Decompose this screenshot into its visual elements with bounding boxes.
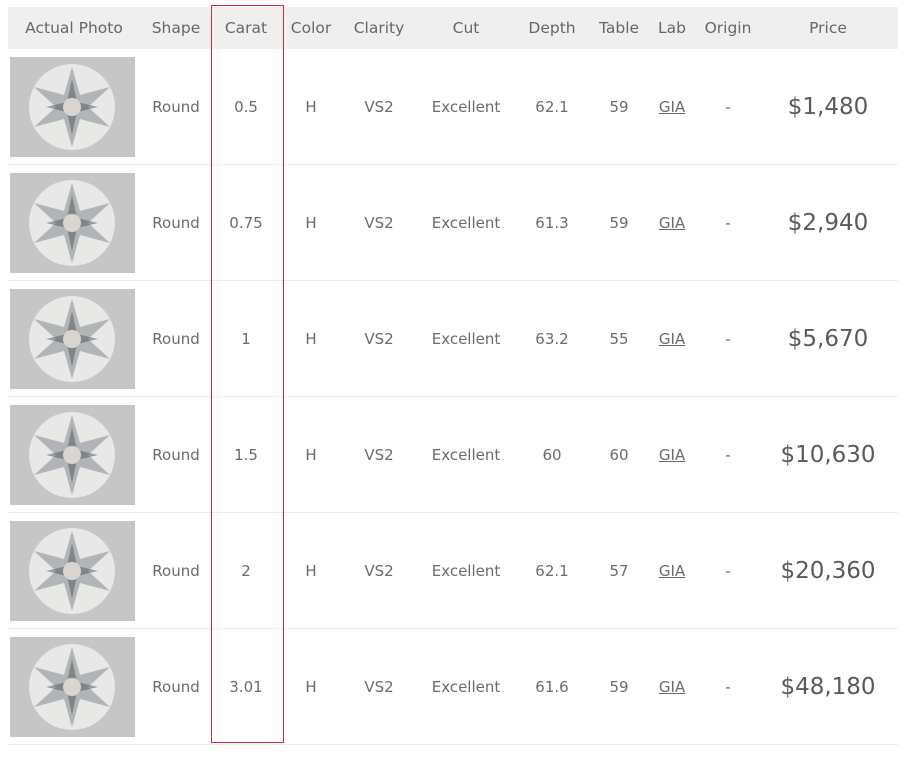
header-carat: Carat <box>224 19 268 37</box>
header-price: Price <box>809 19 847 37</box>
origin-cell: - <box>725 677 731 696</box>
cut-cell: Excellent <box>431 677 501 696</box>
lab-link[interactable]: GIA <box>659 562 685 580</box>
header-lab: Lab <box>658 19 686 37</box>
table-row: Round 1.5 H VS2 Excellent 60 60 GIA - $1… <box>8 397 898 513</box>
depth-cell: 62.1 <box>535 561 569 580</box>
clarity-cell: VS2 <box>364 561 394 580</box>
table-cell: 59 <box>609 97 629 116</box>
cut-cell: Excellent <box>431 329 501 348</box>
diamond-comparison-table: Actual Photo Shape Carat Color Clarity C… <box>8 7 898 745</box>
table-header: Actual Photo Shape Carat Color Clarity C… <box>8 7 898 49</box>
diamond-photo-icon[interactable] <box>9 404 135 505</box>
price-cell: $48,180 <box>780 673 876 700</box>
header-clarity: Clarity <box>353 19 405 37</box>
clarity-cell: VS2 <box>364 445 394 464</box>
table-row: Round 3.01 H VS2 Excellent 61.6 59 GIA -… <box>8 629 898 745</box>
carat-cell: 0.75 <box>229 213 263 232</box>
lab-link[interactable]: GIA <box>659 330 685 348</box>
carat-cell: 3.01 <box>229 677 263 696</box>
color-cell: H <box>305 97 317 116</box>
table-cell: 55 <box>609 329 629 348</box>
cut-cell: Excellent <box>431 445 501 464</box>
table-cell: 59 <box>609 677 629 696</box>
lab-link[interactable]: GIA <box>659 446 685 464</box>
origin-cell: - <box>725 329 731 348</box>
depth-cell: 63.2 <box>535 329 569 348</box>
shape-cell: Round <box>152 677 200 696</box>
header-photo: Actual Photo <box>25 19 123 37</box>
header-table: Table <box>598 19 640 37</box>
lab-link[interactable]: GIA <box>659 98 685 116</box>
clarity-cell: VS2 <box>364 97 394 116</box>
price-cell: $1,480 <box>787 93 869 120</box>
diamond-photo-icon[interactable] <box>9 56 135 157</box>
lab-link[interactable]: GIA <box>659 214 685 232</box>
color-cell: H <box>305 445 317 464</box>
table-row: Round 1 H VS2 Excellent 63.2 55 GIA - $5… <box>8 281 898 397</box>
color-cell: H <box>305 561 317 580</box>
color-cell: H <box>305 329 317 348</box>
price-cell: $20,360 <box>780 557 876 584</box>
table-cell: 60 <box>609 445 629 464</box>
cut-cell: Excellent <box>431 97 501 116</box>
price-cell: $5,670 <box>787 325 869 352</box>
diamond-photo-icon[interactable] <box>9 520 135 621</box>
depth-cell: 61.3 <box>535 213 569 232</box>
diamond-photo-icon[interactable] <box>9 636 135 737</box>
header-color: Color <box>290 19 332 37</box>
table-cell: 57 <box>609 561 629 580</box>
carat-cell: 0.5 <box>234 97 258 116</box>
cut-cell: Excellent <box>431 561 501 580</box>
carat-cell: 2 <box>241 561 251 580</box>
price-cell: $10,630 <box>780 441 876 468</box>
header-origin: Origin <box>704 19 752 37</box>
depth-cell: 60 <box>542 445 562 464</box>
table-row: Round 2 H VS2 Excellent 62.1 57 GIA - $2… <box>8 513 898 629</box>
header-depth: Depth <box>528 19 576 37</box>
origin-cell: - <box>725 213 731 232</box>
clarity-cell: VS2 <box>364 329 394 348</box>
diamond-photo-icon[interactable] <box>9 172 135 273</box>
shape-cell: Round <box>152 445 200 464</box>
origin-cell: - <box>725 561 731 580</box>
depth-cell: 62.1 <box>535 97 569 116</box>
color-cell: H <box>305 677 317 696</box>
shape-cell: Round <box>152 213 200 232</box>
color-cell: H <box>305 213 317 232</box>
table-cell: 59 <box>609 213 629 232</box>
cut-cell: Excellent <box>431 213 501 232</box>
lab-link[interactable]: GIA <box>659 678 685 696</box>
depth-cell: 61.6 <box>535 677 569 696</box>
clarity-cell: VS2 <box>364 213 394 232</box>
header-shape: Shape <box>151 19 201 37</box>
shape-cell: Round <box>152 97 200 116</box>
clarity-cell: VS2 <box>364 677 394 696</box>
table-row: Round 0.5 H VS2 Excellent 62.1 59 GIA - … <box>8 49 898 165</box>
shape-cell: Round <box>152 561 200 580</box>
shape-cell: Round <box>152 329 200 348</box>
origin-cell: - <box>725 97 731 116</box>
diamond-photo-icon[interactable] <box>9 288 135 389</box>
header-cut: Cut <box>452 19 480 37</box>
table-row: Round 0.75 H VS2 Excellent 61.3 59 GIA -… <box>8 165 898 281</box>
carat-cell: 1 <box>241 329 251 348</box>
origin-cell: - <box>725 445 731 464</box>
price-cell: $2,940 <box>787 209 869 236</box>
carat-cell: 1.5 <box>234 445 258 464</box>
